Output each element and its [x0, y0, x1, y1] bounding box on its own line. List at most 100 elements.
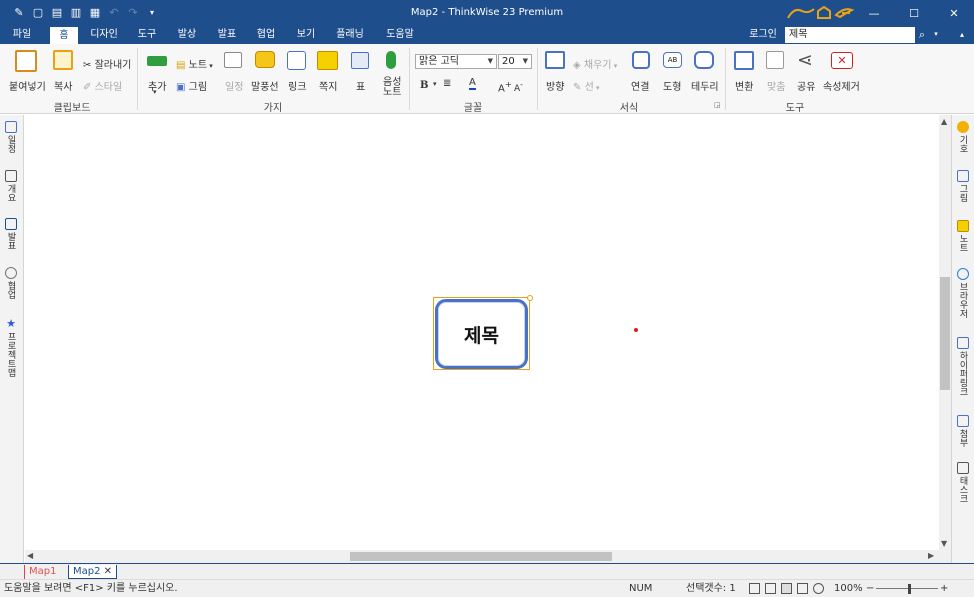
search-icon[interactable]: ⌕	[915, 26, 929, 44]
central-topic[interactable]: 제목	[435, 299, 528, 369]
vertical-scrollbar[interactable]: ▲ ▼	[939, 115, 951, 563]
voice-note-button[interactable]: 음성 노트	[383, 78, 401, 98]
side-tab-outline[interactable]: 개요	[0, 170, 22, 202]
link-button[interactable]: 링크	[288, 78, 306, 93]
horizontal-scrollbar[interactable]: ◀ ▶	[25, 550, 939, 563]
add-dropdown-icon[interactable]: ▾	[153, 88, 157, 96]
zoom-slider-track[interactable]	[876, 588, 938, 589]
style-button[interactable]: ✐ 스타일	[83, 78, 122, 93]
side-tab-attachment[interactable]: 첨부	[952, 415, 974, 447]
shape-icon[interactable]: AB	[663, 52, 682, 68]
view-fit-icon[interactable]	[797, 583, 808, 594]
shape-button[interactable]: 도형	[663, 78, 681, 93]
schedule-icon[interactable]	[224, 52, 242, 68]
scroll-up-icon[interactable]: ▲	[941, 117, 947, 126]
side-tab-collab[interactable]: 협업	[0, 267, 22, 299]
view-normal-icon[interactable]	[749, 583, 760, 594]
paste-icon[interactable]	[15, 50, 37, 72]
align-text-icon[interactable]: ≣	[443, 78, 451, 89]
paste-button[interactable]: 붙여넣기	[9, 78, 46, 93]
side-tab-hyperlink[interactable]: 하이퍼링크	[952, 337, 974, 396]
share-button[interactable]: 공유	[797, 78, 815, 93]
resize-handle[interactable]	[527, 295, 533, 301]
font-size-select[interactable]: 20 ▼	[498, 54, 532, 69]
note-button[interactable]: ▤ 노트 ▾	[176, 56, 213, 71]
side-tab-schedule[interactable]: 일정	[0, 121, 22, 153]
tab-home[interactable]: 홈	[50, 27, 78, 44]
close-tab-icon[interactable]: ✕	[104, 566, 112, 577]
table-button[interactable]: 표	[356, 78, 365, 93]
clear-properties-button[interactable]: 속성제거	[823, 78, 860, 93]
font-shrink-icon[interactable]: A-	[514, 80, 523, 94]
copy-icon[interactable]	[53, 50, 73, 70]
scroll-right-icon[interactable]: ▶	[928, 551, 934, 560]
add-button[interactable]: 추가	[148, 78, 166, 93]
border-button[interactable]: 테두리	[691, 78, 719, 93]
convert-button[interactable]: 변환	[735, 78, 753, 93]
map-canvas[interactable]: 제목	[25, 115, 939, 550]
microphone-icon[interactable]	[386, 51, 396, 69]
tab-collab[interactable]: 협업	[251, 26, 281, 44]
side-tab-browser[interactable]: 브라우저	[952, 268, 974, 318]
tab-presentation[interactable]: 발표	[212, 26, 242, 44]
tab-file[interactable]: 파일	[4, 26, 40, 44]
fill-button[interactable]: ◈ 채우기 ▾	[573, 56, 617, 71]
table-icon[interactable]	[351, 52, 369, 69]
zoom-slider-thumb[interactable]	[908, 584, 911, 594]
callout-button[interactable]: 말풍선	[251, 78, 279, 93]
side-tab-notes[interactable]: 노트	[952, 220, 974, 252]
share-icon[interactable]: ⋖	[797, 49, 813, 71]
add-topic-icon[interactable]	[147, 56, 167, 66]
tab-planning[interactable]: 플래닝	[330, 26, 370, 44]
sticky-note-button[interactable]: 쪽지	[319, 78, 337, 93]
tab-ideation[interactable]: 발상	[172, 26, 202, 44]
close-icon[interactable]: ✕	[934, 0, 974, 26]
link-icon[interactable]	[287, 51, 306, 70]
ribbon-collapse-icon[interactable]: ▴	[955, 26, 969, 44]
callout-icon[interactable]	[255, 51, 275, 68]
font-family-select[interactable]: 맑은 고딕 ▼	[415, 54, 497, 69]
align-icon[interactable]	[766, 51, 784, 69]
login-button[interactable]: 로그인	[744, 26, 782, 44]
doc-tab-map1[interactable]: Map1	[24, 565, 60, 579]
search-dropdown-icon[interactable]: ▾	[930, 26, 942, 44]
font-color-icon[interactable]: A	[469, 77, 476, 90]
bold-dropdown-icon[interactable]: ▾	[433, 80, 437, 88]
connect-button[interactable]: 연결	[631, 78, 649, 93]
zoom-out-button[interactable]: −	[866, 580, 874, 597]
view-presentation-icon[interactable]	[781, 583, 792, 594]
direction-button[interactable]: 방향	[546, 78, 564, 93]
direction-icon[interactable]	[545, 51, 565, 69]
side-tab-images[interactable]: 그림	[952, 170, 974, 202]
side-tab-symbols[interactable]: 기호	[952, 121, 974, 153]
maximize-icon[interactable]: ☐	[894, 0, 934, 26]
tab-design[interactable]: 디자인	[84, 26, 124, 44]
sticky-note-icon[interactable]	[317, 51, 338, 70]
scroll-left-icon[interactable]: ◀	[27, 551, 33, 560]
view-outline-icon[interactable]	[765, 583, 776, 594]
tab-view[interactable]: 보기	[291, 26, 321, 44]
border-icon[interactable]	[694, 51, 714, 69]
convert-icon[interactable]	[734, 51, 754, 70]
minimize-icon[interactable]: —	[854, 0, 894, 26]
copy-button[interactable]: 복사	[54, 78, 72, 93]
scroll-down-icon[interactable]: ▼	[941, 539, 947, 548]
align-button[interactable]: 맞춤	[767, 78, 785, 93]
search-input[interactable]: 제목	[785, 27, 915, 43]
cut-button[interactable]: ✂ 잘라내기	[83, 56, 131, 71]
horizontal-scroll-thumb[interactable]	[350, 552, 612, 561]
dialog-launcher-icon[interactable]: ◲	[714, 101, 721, 109]
zoom-in-button[interactable]: +	[940, 580, 948, 597]
tab-tools[interactable]: 도구	[132, 26, 162, 44]
font-grow-icon[interactable]: A+	[498, 79, 512, 94]
image-button[interactable]: ▣ 그림	[176, 78, 207, 93]
side-tab-task[interactable]: 태스크	[952, 462, 974, 503]
schedule-button[interactable]: 일정	[225, 78, 243, 93]
connect-icon[interactable]	[632, 51, 650, 69]
vertical-scroll-thumb[interactable]	[940, 277, 950, 390]
doc-tab-map2[interactable]: Map2 ✕	[68, 565, 118, 579]
tab-help[interactable]: 도움말	[380, 26, 420, 44]
bold-button[interactable]: B	[420, 80, 428, 91]
clear-properties-icon[interactable]: ✕	[831, 52, 853, 69]
side-tab-presentation[interactable]: 발표	[0, 218, 22, 250]
